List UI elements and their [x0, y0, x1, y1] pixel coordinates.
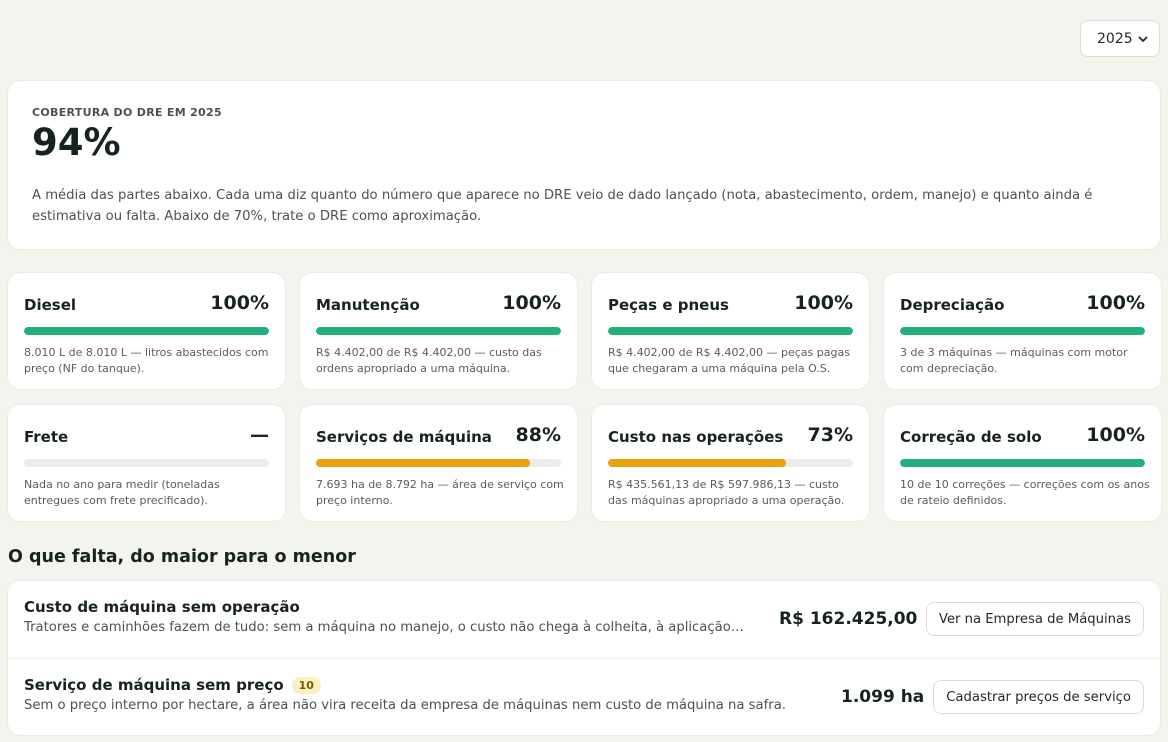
coverage-description: A média das partes abaixo. Cada uma diz …	[32, 188, 1093, 224]
part-note: 8.010 L de 8.010 L — litros abastecidos …	[24, 346, 269, 375]
part-card: Serviços de máquina 88% 7.693 ha de 8.792…	[300, 405, 577, 521]
part-card: Depreciação 100% 3 de 3 máquinas — máquin…	[884, 273, 1161, 389]
part-name: Peças e pneus	[608, 296, 729, 314]
part-percent: 73%	[807, 424, 853, 446]
register-service-prices-button[interactable]: Cadastrar preços de serviço	[933, 680, 1144, 714]
part-percent: 100%	[502, 292, 561, 314]
part-percent: 100%	[210, 292, 269, 314]
coverage-kicker: COBERTURA DO DRE EM 2025	[32, 106, 222, 119]
list-item: Custo de máquina sem operação Tratores e…	[8, 581, 1160, 658]
part-name: Correção de solo	[900, 428, 1042, 446]
part-note: R$ 4.402,00 de R$ 4.402,00 — peças pagas…	[608, 346, 850, 375]
part-name: Custo nas operações	[608, 428, 784, 446]
dre-coverage-card: COBERTURA DO DRE EM 2025 94% A média das…	[8, 81, 1160, 249]
part-progress-bar	[24, 459, 269, 467]
missing-list: Custo de máquina sem operação Tratores e…	[8, 581, 1160, 735]
part-card: Peças e pneus 100% R$ 4.402,00 de R$ 4.40…	[592, 273, 869, 389]
part-note: 10 de 10 correções — correções com os an…	[900, 478, 1150, 507]
part-progress-fill	[900, 459, 1145, 467]
part-percent: 100%	[794, 292, 853, 314]
part-progress-fill	[316, 327, 561, 335]
part-card: Custo nas operações 73% R$ 435.561,13 de …	[592, 405, 869, 521]
part-progress-fill	[316, 459, 531, 467]
year-select-value: 2025	[1097, 30, 1133, 47]
missing-item-title: Custo de máquina sem operação	[24, 598, 300, 616]
missing-item-title: Serviço de máquina sem preço	[24, 676, 284, 694]
part-name: Diesel	[24, 296, 77, 314]
part-note: R$ 4.402,00 de R$ 4.402,00 — custo das o…	[316, 346, 542, 375]
part-card: Frete — Nada no ano para medir (toneladas…	[8, 405, 285, 521]
coverage-value: 94%	[32, 121, 121, 164]
part-percent: 100%	[1086, 424, 1145, 446]
part-progress-fill	[608, 327, 853, 335]
missing-item-amount: R$ 162.425,00	[779, 609, 918, 629]
missing-section-title: O que falta, do maior para o menor	[8, 547, 356, 567]
part-note: R$ 435.561,13 de R$ 597.986,13 — custo d…	[608, 478, 845, 507]
part-progress-fill	[608, 459, 787, 467]
year-select[interactable]: 2025	[1080, 20, 1160, 57]
part-card: Correção de solo 100% 10 de 10 correções …	[884, 405, 1161, 521]
chevron-down-icon	[1138, 36, 1148, 42]
part-note: 3 de 3 máquinas — máquinas com motor com…	[900, 346, 1128, 375]
part-progress-bar	[608, 459, 853, 467]
count-badge: 10	[291, 676, 321, 694]
part-progress-bar	[900, 327, 1145, 335]
part-progress-fill	[24, 327, 269, 335]
part-progress-fill	[900, 327, 1145, 335]
part-percent: 88%	[515, 424, 561, 446]
part-card: Diesel 100% 8.010 L de 8.010 L — litros a…	[8, 273, 285, 389]
part-progress-bar	[900, 459, 1145, 467]
view-machine-company-button[interactable]: Ver na Empresa de Máquinas	[925, 602, 1144, 636]
part-note: 7.693 ha de 8.792 ha — área de serviço c…	[316, 478, 564, 507]
list-item: Serviço de máquina sem preço 10 Sem o pre…	[8, 658, 1160, 735]
part-name: Manutenção	[316, 296, 420, 314]
part-name: Depreciação	[900, 296, 1005, 314]
part-progress-bar	[24, 327, 269, 335]
coverage-parts-grid: Diesel 100% 8.010 L de 8.010 L — litros a…	[8, 273, 1161, 521]
part-progress-bar	[608, 327, 853, 335]
part-percent: —	[250, 424, 269, 446]
part-percent: 100%	[1086, 292, 1145, 314]
part-progress-bar	[316, 459, 561, 467]
part-note: Nada no ano para medir (toneladas entreg…	[24, 478, 220, 507]
part-progress-bar	[316, 327, 561, 335]
part-name: Serviços de máquina	[316, 428, 492, 446]
missing-item-amount: 1.099 ha	[841, 687, 925, 707]
part-name: Frete	[24, 428, 69, 446]
part-card: Manutenção 100% R$ 4.402,00 de R$ 4.402,0…	[300, 273, 577, 389]
